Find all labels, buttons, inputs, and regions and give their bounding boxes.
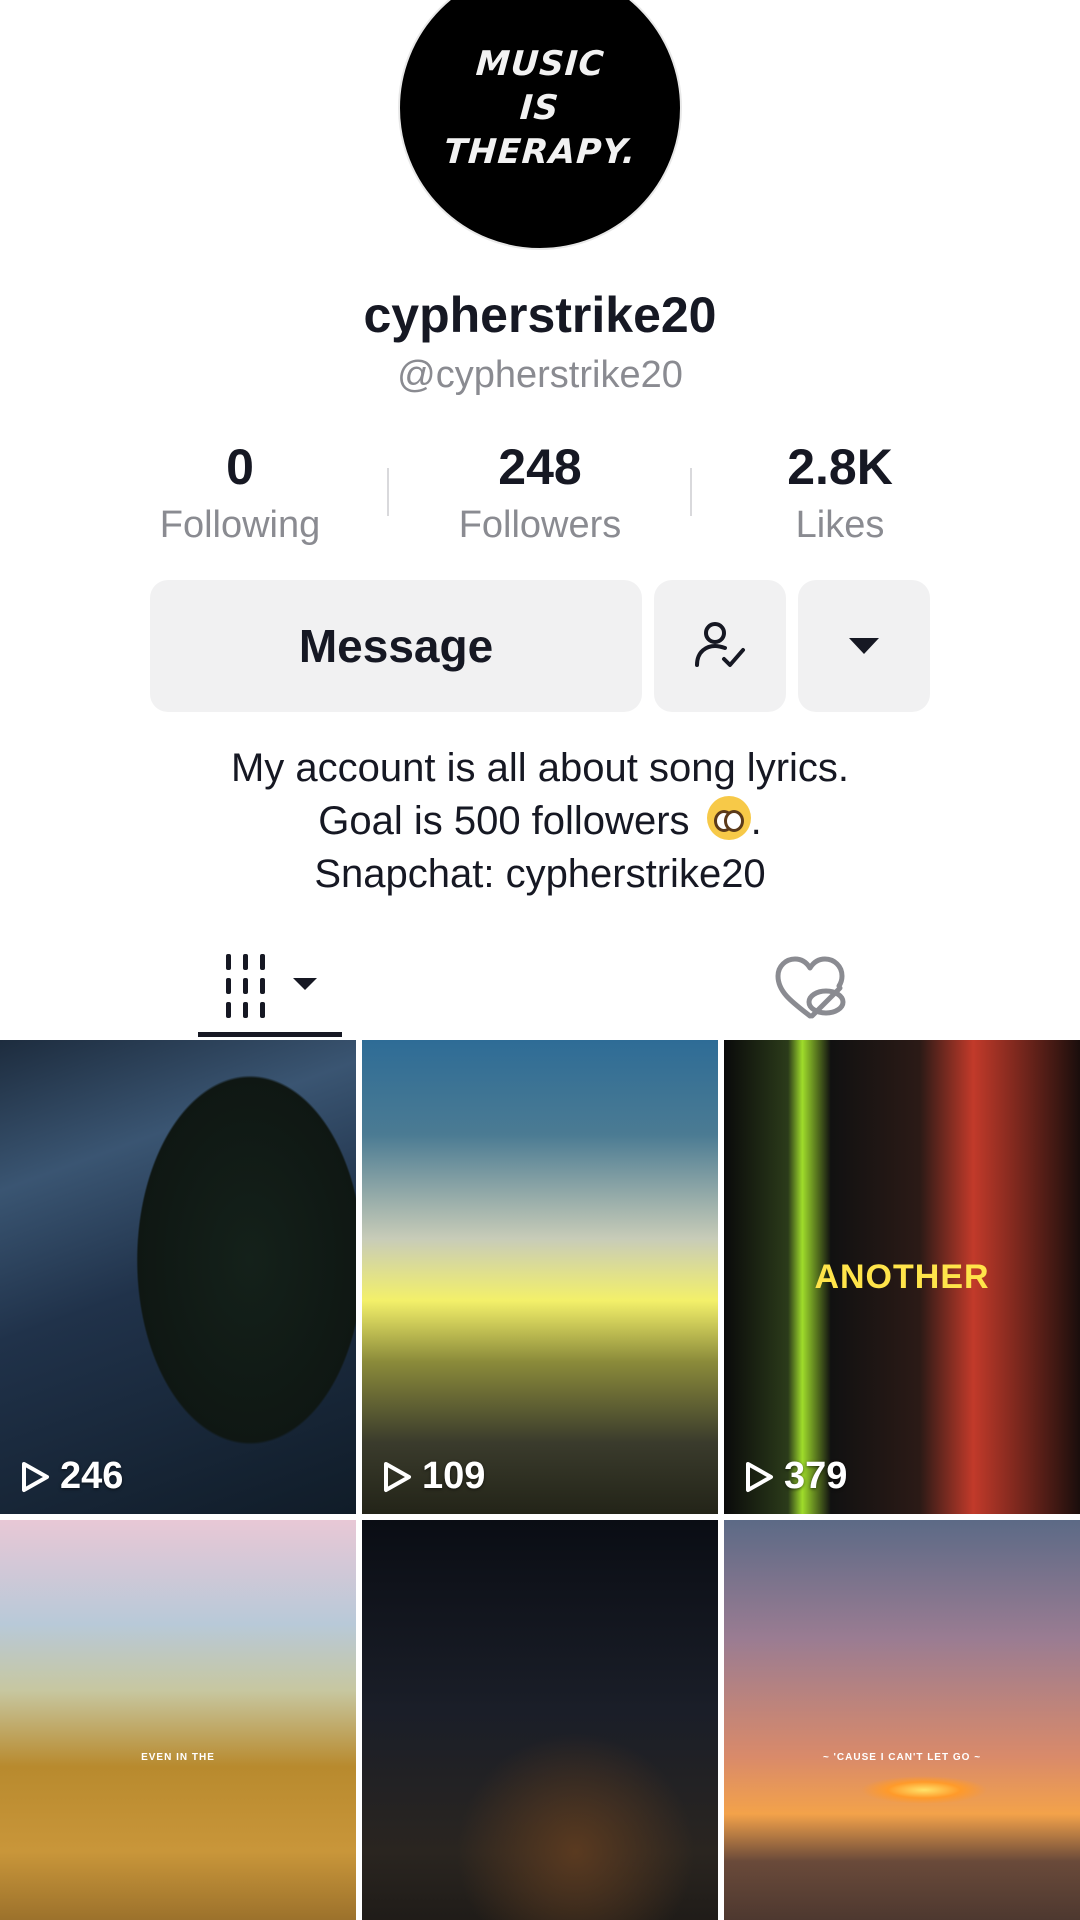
stat-divider: [387, 468, 389, 516]
profile-page: MUSIC IS THERAPY. cypherstrike20 @cypher…: [0, 0, 1080, 1920]
stat-divider: [690, 468, 692, 516]
view-count: 109: [382, 1455, 485, 1498]
likes-label: Likes: [795, 504, 885, 546]
bio-line: My account is all about song lyrics.: [230, 746, 850, 790]
avatar-text-line: THERAPY.: [442, 132, 638, 172]
bio-line: Snapchat: cypherstrike20: [314, 852, 766, 896]
video-thumbnail[interactable]: ANOTHER 379: [724, 1040, 1080, 1514]
active-tab-indicator: [198, 1032, 342, 1037]
video-overlay-text: ~ 'CAUSE I CAN'T LET GO ~: [822, 1752, 982, 1763]
avatar[interactable]: MUSIC IS THERAPY.: [398, 0, 682, 250]
more-options-button[interactable]: [798, 580, 930, 712]
following-count: 0: [226, 439, 254, 495]
username-handle: @cypherstrike20: [397, 354, 683, 396]
person-check-icon: [695, 622, 745, 667]
stat-followers[interactable]: 248 Followers: [410, 436, 670, 550]
profile-tabs: [0, 940, 1080, 1038]
stat-likes[interactable]: 2.8K Likes: [710, 436, 970, 550]
video-grid: 246 109 ANOTHER 379 EVEN IN THE ~ 'CAUSE…: [0, 1040, 1080, 1920]
followers-count: 248: [498, 439, 582, 495]
videos-grid-icon: [226, 954, 317, 1018]
bio: My account is all about song lyrics. Goa…: [0, 742, 1080, 901]
display-name: cypherstrike20: [363, 287, 717, 343]
following-label: Following: [159, 504, 321, 546]
play-outline-icon: [22, 1461, 49, 1492]
view-count: 379: [744, 1455, 847, 1498]
message-button[interactable]: Message: [150, 580, 642, 712]
view-count-value: 379: [784, 1455, 848, 1497]
liked-hidden-icon: [775, 956, 846, 1019]
avatar-text-line: IS: [519, 88, 561, 128]
pleading-face-emoji: [706, 796, 751, 840]
tab-videos[interactable]: [198, 940, 342, 1038]
view-count: 246: [20, 1455, 123, 1498]
play-outline-icon: [746, 1461, 773, 1492]
video-thumbnail[interactable]: 109: [362, 1040, 718, 1514]
video-overlay-text: ANOTHER: [814, 1258, 990, 1296]
view-count-value: 246: [60, 1455, 124, 1497]
bio-line-suffix: .: [750, 799, 762, 843]
followers-label: Followers: [458, 504, 622, 546]
video-thumbnail[interactable]: [362, 1520, 718, 1920]
video-overlay-text: EVEN IN THE: [141, 1752, 215, 1763]
bio-line: Goal is 500 followers .: [0, 795, 1080, 848]
friend-status-button[interactable]: [654, 580, 786, 712]
view-count-value: 109: [422, 1455, 486, 1497]
caret-down-icon: [849, 638, 879, 654]
video-thumbnail[interactable]: 246: [0, 1040, 356, 1514]
stats-row: 0 Following 248 Followers 2.8K Likes: [0, 436, 1080, 556]
video-thumbnail[interactable]: EVEN IN THE: [0, 1520, 356, 1920]
stat-following[interactable]: 0 Following: [110, 436, 370, 550]
video-thumbnail[interactable]: ~ 'CAUSE I CAN'T LET GO ~: [724, 1520, 1080, 1920]
play-outline-icon: [384, 1461, 411, 1492]
tab-liked[interactable]: [770, 950, 850, 1030]
avatar-text-line: MUSIC: [474, 44, 606, 84]
likes-count: 2.8K: [787, 439, 893, 495]
bio-line-text: Goal is 500 followers: [318, 799, 690, 843]
